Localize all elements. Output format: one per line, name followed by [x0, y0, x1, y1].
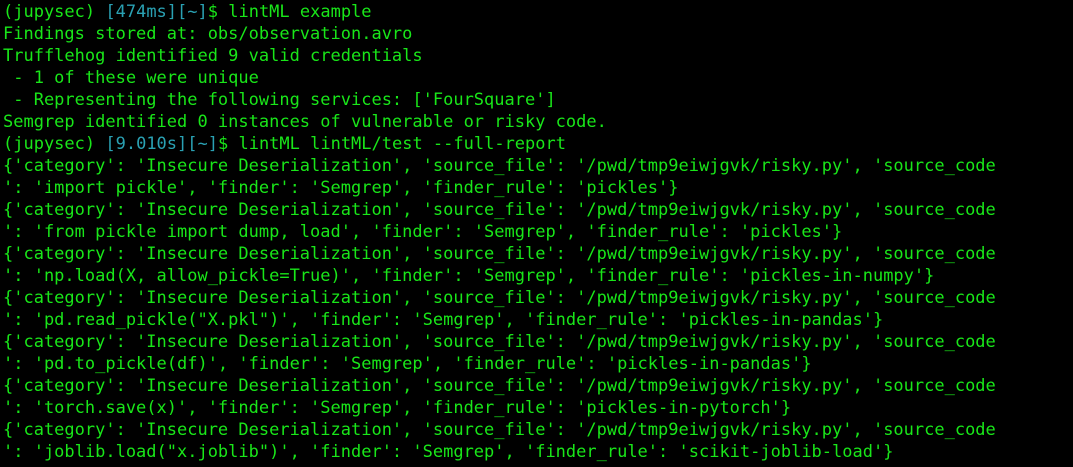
output-line: - Representing the following services: [… — [3, 90, 556, 110]
prompt-command: lintML lintML/test --full-report — [238, 134, 566, 154]
finding-line: {'category': 'Insecure Deserialization',… — [3, 156, 996, 176]
prompt-sigil: $ — [207, 2, 218, 22]
finding-line: ': 'joblib.load("x.joblib")', 'finder': … — [3, 442, 894, 462]
output-line: Trufflehog identified 9 valid credential… — [3, 46, 423, 66]
prompt-command: lintML example — [228, 2, 372, 22]
finding-line: {'category': 'Insecure Deserialization',… — [3, 376, 996, 396]
output-line: Findings stored at: obs/observation.avro — [3, 24, 413, 44]
prompt-line: (jupysec) [474ms][~]$ lintML example — [3, 1, 1073, 23]
finding-line: {'category': 'Insecure Deserialization',… — [3, 244, 996, 264]
prompt-env: (jupysec) — [3, 2, 96, 22]
finding-line: {'category': 'Insecure Deserialization',… — [3, 420, 996, 440]
finding-line: ': 'from pickle import dump, load', 'fin… — [3, 222, 843, 242]
finding-line: {'category': 'Insecure Deserialization',… — [3, 332, 996, 352]
finding-line: ': 'pd.read_pickle("X.pkl")', 'finder': … — [3, 310, 884, 330]
prompt-time-dir: [474ms][~] — [105, 2, 208, 22]
finding-line: ': 'import pickle', 'finder': 'Semgrep',… — [3, 178, 679, 198]
finding-line: ': 'pd.to_pickle(df)', 'finder': 'Semgre… — [3, 354, 812, 374]
finding-line: ': 'torch.save(x)', 'finder': 'Semgrep',… — [3, 398, 792, 418]
prompt-env: (jupysec) — [3, 134, 96, 154]
finding-line: {'category': 'Insecure Deserialization',… — [3, 200, 996, 220]
prompt-time-dir: [9.010s][~] — [105, 134, 218, 154]
terminal-window[interactable]: (jupysec) [474ms][~]$ lintML example Fin… — [0, 0, 1073, 467]
finding-line: {'category': 'Insecure Deserialization',… — [3, 288, 996, 308]
prompt-line: (jupysec) [9.010s][~]$ lintML lintML/tes… — [3, 133, 1073, 155]
finding-line: ': 'np.load(X, allow_pickle=True)', 'fin… — [3, 266, 935, 286]
output-line: - 1 of these were unique — [3, 68, 259, 88]
output-line: Semgrep identified 0 instances of vulner… — [3, 112, 607, 132]
prompt-sigil: $ — [217, 134, 229, 154]
